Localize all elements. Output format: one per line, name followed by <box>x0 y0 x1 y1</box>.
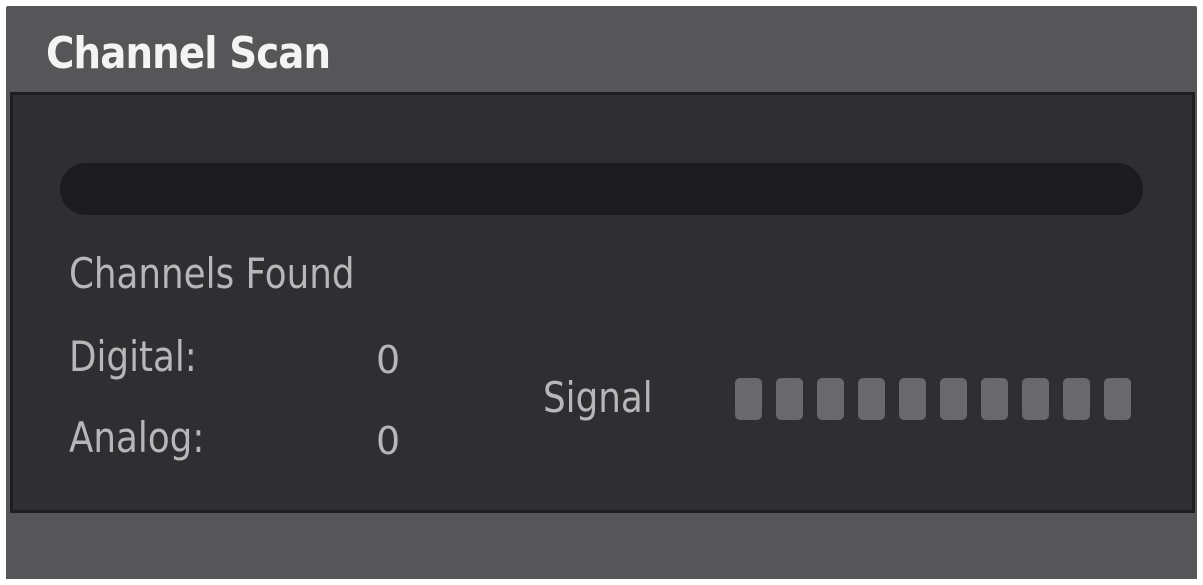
signal-bar <box>858 378 885 420</box>
analog-count: 0 <box>376 419 401 463</box>
digital-count: 0 <box>376 338 401 382</box>
analog-label: Analog: <box>69 413 205 462</box>
signal-label: Signal <box>543 373 653 422</box>
channels-found-heading: Channels Found <box>69 249 355 298</box>
signal-strength-meter <box>735 378 1131 420</box>
dialog-footer <box>6 516 1197 579</box>
signal-bar <box>1104 378 1131 420</box>
scan-progress-bar <box>60 163 1143 215</box>
signal-bar <box>817 378 844 420</box>
signal-bar <box>776 378 803 420</box>
channel-scan-dialog: Channel Scan Channels Found Digital: 0 A… <box>6 6 1197 579</box>
signal-bar <box>1022 378 1049 420</box>
signal-bar <box>940 378 967 420</box>
scan-panel: Channels Found Digital: 0 Analog: 0 Sign… <box>10 92 1195 513</box>
signal-bar <box>735 378 762 420</box>
signal-bar <box>899 378 926 420</box>
digital-label: Digital: <box>69 332 197 381</box>
dialog-title: Channel Scan <box>46 28 331 79</box>
signal-bar <box>981 378 1008 420</box>
signal-bar <box>1063 378 1090 420</box>
